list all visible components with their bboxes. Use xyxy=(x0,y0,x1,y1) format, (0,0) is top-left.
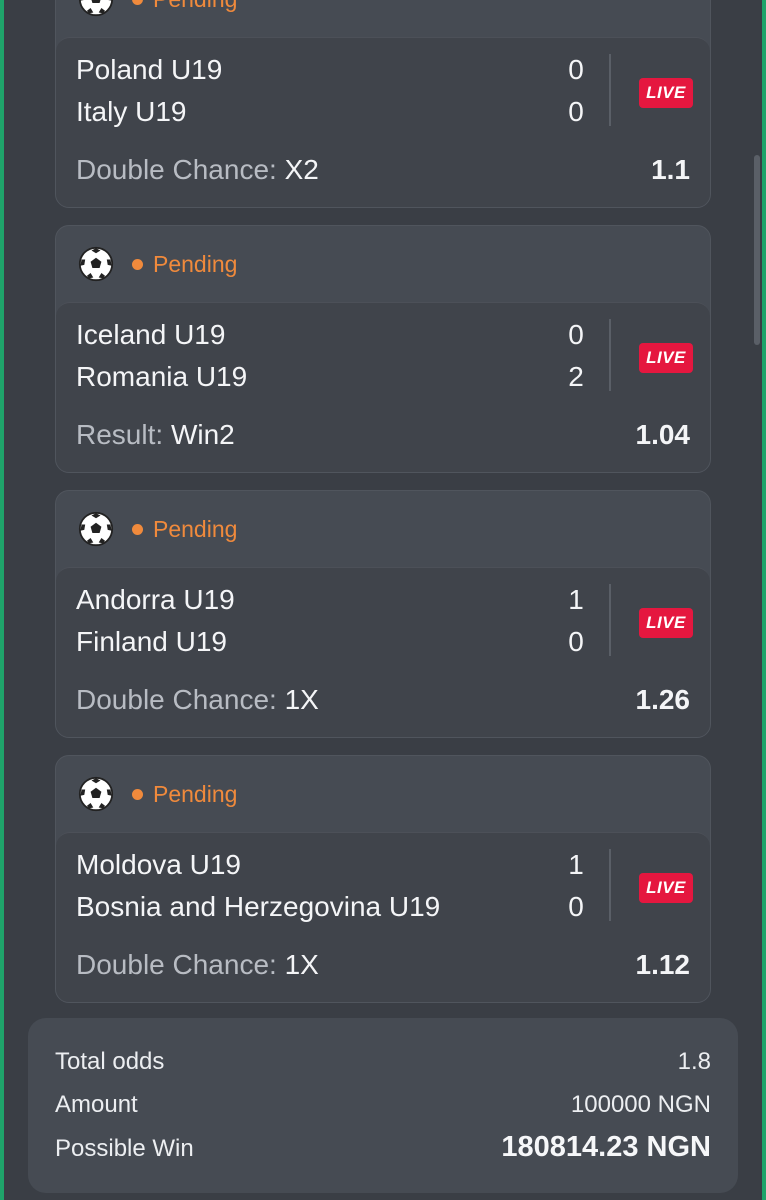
amount-row: Amount 100000 NGN xyxy=(55,1091,711,1119)
right-edge-accent xyxy=(762,0,766,1200)
home-team: Iceland U19 xyxy=(76,319,226,350)
bet-market: Result: Win2 xyxy=(76,419,235,451)
status-dot-icon xyxy=(132,788,143,800)
home-team: Poland U19 xyxy=(76,54,223,85)
match-details[interactable]: Iceland U19 Romania U19 0 2 LIVE Result:… xyxy=(56,302,710,472)
away-team: Romania U19 xyxy=(76,361,248,392)
score-divider xyxy=(609,54,611,126)
market-label: Result: xyxy=(76,419,164,450)
possible-win-label: Possible Win xyxy=(55,1135,194,1162)
soccer-ball-icon xyxy=(78,776,114,812)
status-dot-icon xyxy=(132,258,143,270)
home-score: 1 xyxy=(568,849,584,880)
away-team: Italy U19 xyxy=(76,96,187,127)
away-score: 0 xyxy=(568,96,584,127)
status-pending: Pending xyxy=(132,781,237,808)
live-badge: LIVE xyxy=(639,343,693,373)
bet-summary: Total odds 1.8 Amount 100000 NGN Possibl… xyxy=(28,1018,738,1193)
bet-odd: 1.04 xyxy=(635,419,691,450)
bet-card-header: Pending xyxy=(56,491,710,567)
live-badge: LIVE xyxy=(639,78,693,108)
away-score: 0 xyxy=(568,891,584,922)
match-details[interactable]: Moldova U19 Bosnia and Herzegovina U19 1… xyxy=(56,832,710,1002)
possible-win-row: Possible Win 180814.23 NGN xyxy=(55,1131,711,1164)
bet-card-header: Pending xyxy=(56,756,710,832)
home-score: 0 xyxy=(568,54,584,85)
home-team: Andorra U19 xyxy=(76,584,235,615)
left-edge-accent xyxy=(0,0,4,1200)
status-label: Pending xyxy=(153,515,238,542)
home-team: Moldova U19 xyxy=(76,849,241,880)
status-label: Pending xyxy=(153,0,237,13)
total-odds-row: Total odds 1.8 xyxy=(55,1048,711,1076)
bet-card[interactable]: Pending Andorra U19 Finland U19 1 0 LIVE… xyxy=(55,490,711,738)
home-score: 1 xyxy=(568,584,584,615)
bet-odd: 1.12 xyxy=(635,949,691,980)
market-pick: 1X xyxy=(284,684,319,715)
market-pick: 1X xyxy=(284,949,319,980)
status-pending: Pending xyxy=(132,0,237,13)
status-pending: Pending xyxy=(132,251,237,278)
total-odds-value: 1.8 xyxy=(677,1048,711,1075)
status-dot-icon xyxy=(132,523,143,535)
bet-card[interactable]: Pending Iceland U19 Romania U19 0 2 LIVE… xyxy=(55,225,711,473)
bet-odd: 1.26 xyxy=(635,684,691,715)
possible-win-value: 180814.23 NGN xyxy=(501,1131,711,1163)
score-divider xyxy=(609,849,611,921)
bet-card[interactable]: Pending Moldova U19 Bosnia and Herzegovi… xyxy=(55,755,711,1003)
status-dot-icon xyxy=(132,0,143,5)
away-score: 0 xyxy=(568,626,584,657)
bet-card-header: Pending xyxy=(56,226,710,302)
bet-card[interactable]: Pending Poland U19 Italy U19 0 0 LIVE Do… xyxy=(55,0,711,208)
bet-market: Double Chance: X2 xyxy=(76,154,319,186)
bet-odd: 1.1 xyxy=(651,154,690,185)
soccer-ball-icon xyxy=(78,0,114,17)
soccer-ball-icon xyxy=(78,246,114,282)
market-pick: Win2 xyxy=(170,419,235,450)
market-label: Double Chance: xyxy=(76,949,277,980)
bet-card-header: Pending xyxy=(56,0,710,37)
amount-label: Amount xyxy=(55,1091,138,1118)
score-divider xyxy=(609,319,611,391)
match-details[interactable]: Poland U19 Italy U19 0 0 LIVE Double Cha… xyxy=(56,37,710,207)
away-score: 2 xyxy=(568,361,584,392)
market-label: Double Chance: xyxy=(76,684,277,715)
away-team: Finland U19 xyxy=(76,626,227,657)
soccer-ball-icon xyxy=(78,511,114,547)
status-label: Pending xyxy=(153,780,238,807)
bet-market: Double Chance: 1X xyxy=(76,949,319,981)
market-pick: X2 xyxy=(284,154,319,185)
live-badge: LIVE xyxy=(639,873,693,903)
scrollbar-thumb[interactable] xyxy=(754,155,760,345)
live-badge: LIVE xyxy=(639,608,693,638)
status-label: Pending xyxy=(153,250,238,277)
away-team: Bosnia and Herzegovina U19 xyxy=(76,891,441,922)
amount-value: 100000 NGN xyxy=(570,1091,711,1118)
bet-market: Double Chance: 1X xyxy=(76,684,319,716)
home-score: 0 xyxy=(568,319,584,350)
market-label: Double Chance: xyxy=(76,154,277,185)
match-details[interactable]: Andorra U19 Finland U19 1 0 LIVE Double … xyxy=(56,567,710,737)
status-pending: Pending xyxy=(132,516,237,543)
score-divider xyxy=(609,584,611,656)
total-odds-label: Total odds xyxy=(55,1048,165,1075)
